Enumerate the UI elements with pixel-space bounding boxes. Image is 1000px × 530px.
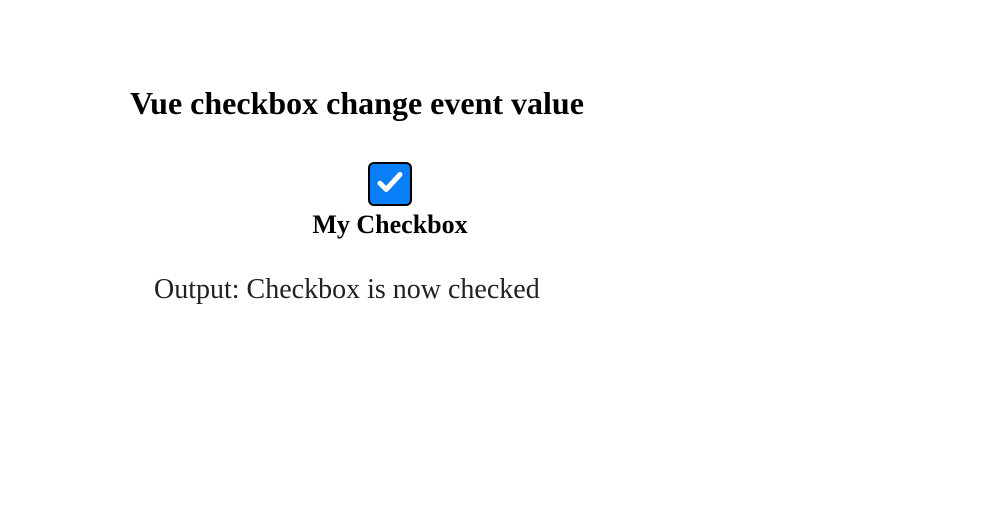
my-checkbox[interactable] — [368, 162, 412, 206]
check-icon — [375, 167, 405, 202]
page-heading: Vue checkbox change event value — [130, 85, 690, 122]
output-text: Output: Checkbox is now checked — [130, 274, 650, 306]
checkbox-label: My Checkbox — [312, 210, 467, 240]
